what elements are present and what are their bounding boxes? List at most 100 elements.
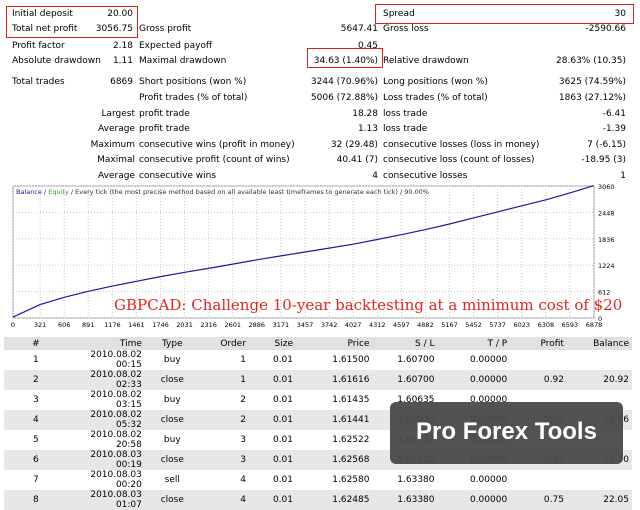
avg-cons-losses-label: consecutive losses <box>383 171 468 181</box>
largest-loss-label: loss trade <box>383 109 428 119</box>
table-cell: 1.60700 <box>397 355 435 365</box>
col-size-header[interactable]: Size <box>248 337 296 350</box>
profit-factor-label: Profit factor <box>12 41 65 51</box>
table-cell: 1.63380 <box>372 490 438 510</box>
col-tp-header[interactable]: T / P <box>437 337 511 350</box>
table-header-row: # Time Type Order Size Price S / L T / P… <box>4 337 632 350</box>
average-profit-value: 1.13 <box>357 124 378 134</box>
table-row[interactable]: 8 2010.08.03 01:07 close 4 0.01 1.62485 1.6338… <box>4 490 632 510</box>
col-price-header[interactable]: Price <box>295 337 373 350</box>
table-cell <box>510 470 567 490</box>
x-tick-label: 5167 <box>441 321 458 329</box>
x-tick-label: 2031 <box>176 321 193 329</box>
table-cell: 3 <box>240 435 246 445</box>
max-cons-losses-label: consecutive losses (loss in money) <box>383 140 540 150</box>
table-cell: 8 <box>4 490 68 510</box>
gross-profit-value: 5647.41 <box>340 24 378 34</box>
table-cell: 6 <box>4 450 68 470</box>
x-tick-label: 4027 <box>345 321 362 329</box>
legend-description: / Every tick (the most precise method ba… <box>69 188 429 196</box>
maxl-cons-loss-value: -18.95 (3) <box>581 155 626 165</box>
overlay-title: GBPCAD: Challenge 10-year backtesting at… <box>114 296 623 314</box>
largest-profit-label: profit trade <box>139 109 190 119</box>
x-tick-label: 4312 <box>369 321 386 329</box>
y-tick-label: 1224 <box>598 262 615 270</box>
table-cell: 0.01 <box>272 355 293 365</box>
table-cell: 2 <box>240 395 246 405</box>
badge-text: Pro Forex Tools <box>416 418 597 445</box>
table-cell: 0.01 <box>272 475 293 485</box>
x-tick-label: 0 <box>11 321 15 329</box>
col-profit-header[interactable]: Profit <box>510 337 567 350</box>
col-time-header[interactable]: Time <box>67 337 145 350</box>
table-cell: buy <box>163 355 181 365</box>
profit-trades-label: Profit trades (% of total) <box>139 93 248 103</box>
profit-factor-value: 2.18 <box>112 41 133 51</box>
avg-cons-losses-value: 1 <box>620 171 626 181</box>
loss-trades-value: 1863 (27.12%) <box>558 93 626 103</box>
largest-profit-value: 18.28 <box>352 109 378 119</box>
col-balance-header[interactable]: Balance <box>566 337 632 350</box>
average-profit-label: profit trade <box>139 124 190 134</box>
total-net-profit-label: Total net profit <box>12 24 78 34</box>
table-cell: 1.62485 <box>295 490 373 510</box>
short-positions-value: 3244 (70.96%) <box>310 77 378 87</box>
loss-trades-label: Loss trades (% of total) <box>383 93 488 103</box>
col-sl-header[interactable]: S / L <box>372 337 438 350</box>
maximal-label: Maximal <box>97 155 135 165</box>
initial-deposit-label: Initial deposit <box>12 9 73 19</box>
table-row[interactable]: 7 2010.08.03 00:20 sell 4 0.01 1.62580 1.63380… <box>4 470 632 490</box>
x-tick-label: 6878 <box>586 321 603 329</box>
gross-loss-label: Gross loss <box>383 24 429 34</box>
table-cell: 1.60700 <box>372 370 438 390</box>
table-cell: close <box>144 450 200 470</box>
table-cell: 5 <box>33 435 39 445</box>
spread-value: 30 <box>614 9 626 19</box>
table-cell: 2010.08.03 00:20 <box>90 470 142 490</box>
table-cell: 0.01 <box>272 435 293 445</box>
maximum-label: Maximum <box>90 140 135 150</box>
y-tick-label: 1836 <box>598 236 615 244</box>
table-cell: 3 <box>199 450 249 470</box>
max-cons-wins-label: consecutive wins (profit in money) <box>139 140 295 150</box>
total-trades-label: Total trades <box>12 77 65 87</box>
col-type-header[interactable]: Type <box>144 337 200 350</box>
x-tick-label: 6023 <box>514 321 531 329</box>
x-tick-label: 5452 <box>465 321 482 329</box>
table-cell: buy <box>163 435 181 445</box>
table-cell: 0.01 <box>248 370 296 390</box>
table-cell: buy <box>163 395 181 405</box>
average-label: Average <box>98 124 135 134</box>
table-cell: 0.00000 <box>437 490 511 510</box>
table-cell: 1.62522 <box>332 435 370 445</box>
maximal-drawdown-label: Maximal drawdown <box>139 56 227 66</box>
table-cell: 1.61616 <box>295 370 373 390</box>
table-cell <box>510 350 567 370</box>
table-cell: 0.01 <box>248 450 296 470</box>
expected-payoff-value: 0.45 <box>357 41 378 51</box>
col-number-header[interactable]: # <box>4 337 68 350</box>
table-cell: 4 <box>4 410 68 430</box>
table-cell: 0.00000 <box>469 475 508 485</box>
col-order-header[interactable]: Order <box>199 337 249 350</box>
table-cell: 2010.08.02 05:32 <box>67 410 145 430</box>
table-cell: 1 <box>199 370 249 390</box>
table-cell: 4 <box>199 490 249 510</box>
table-cell: 2010.08.02 02:33 <box>67 370 145 390</box>
average2-label: Average <box>98 171 135 181</box>
table-cell: 1 <box>240 355 246 365</box>
max-cons-wins-value: 32 (29.48) <box>330 140 378 150</box>
table-cell: close <box>144 410 200 430</box>
table-row[interactable]: 1 2010.08.02 00:15 buy 1 0.01 1.61500 1.60700 0… <box>4 350 632 370</box>
long-positions-label: Long positions (won %) <box>383 77 488 87</box>
table-cell: 2010.08.03 00:19 <box>67 450 145 470</box>
avg-cons-wins-value: 4 <box>372 171 378 181</box>
x-tick-label: 4882 <box>417 321 434 329</box>
total-trades-value: 6869 <box>110 77 133 87</box>
short-positions-label: Short positions (won %) <box>139 77 247 87</box>
table-row[interactable]: 2 2010.08.02 02:33 close 1 0.01 1.61616 1.6070… <box>4 370 632 390</box>
table-cell: 0.00000 <box>437 370 511 390</box>
table-cell: 2 <box>199 410 249 430</box>
table-cell: 1.61441 <box>295 410 373 430</box>
profit-trades-value: 5006 (72.88%) <box>310 93 378 103</box>
